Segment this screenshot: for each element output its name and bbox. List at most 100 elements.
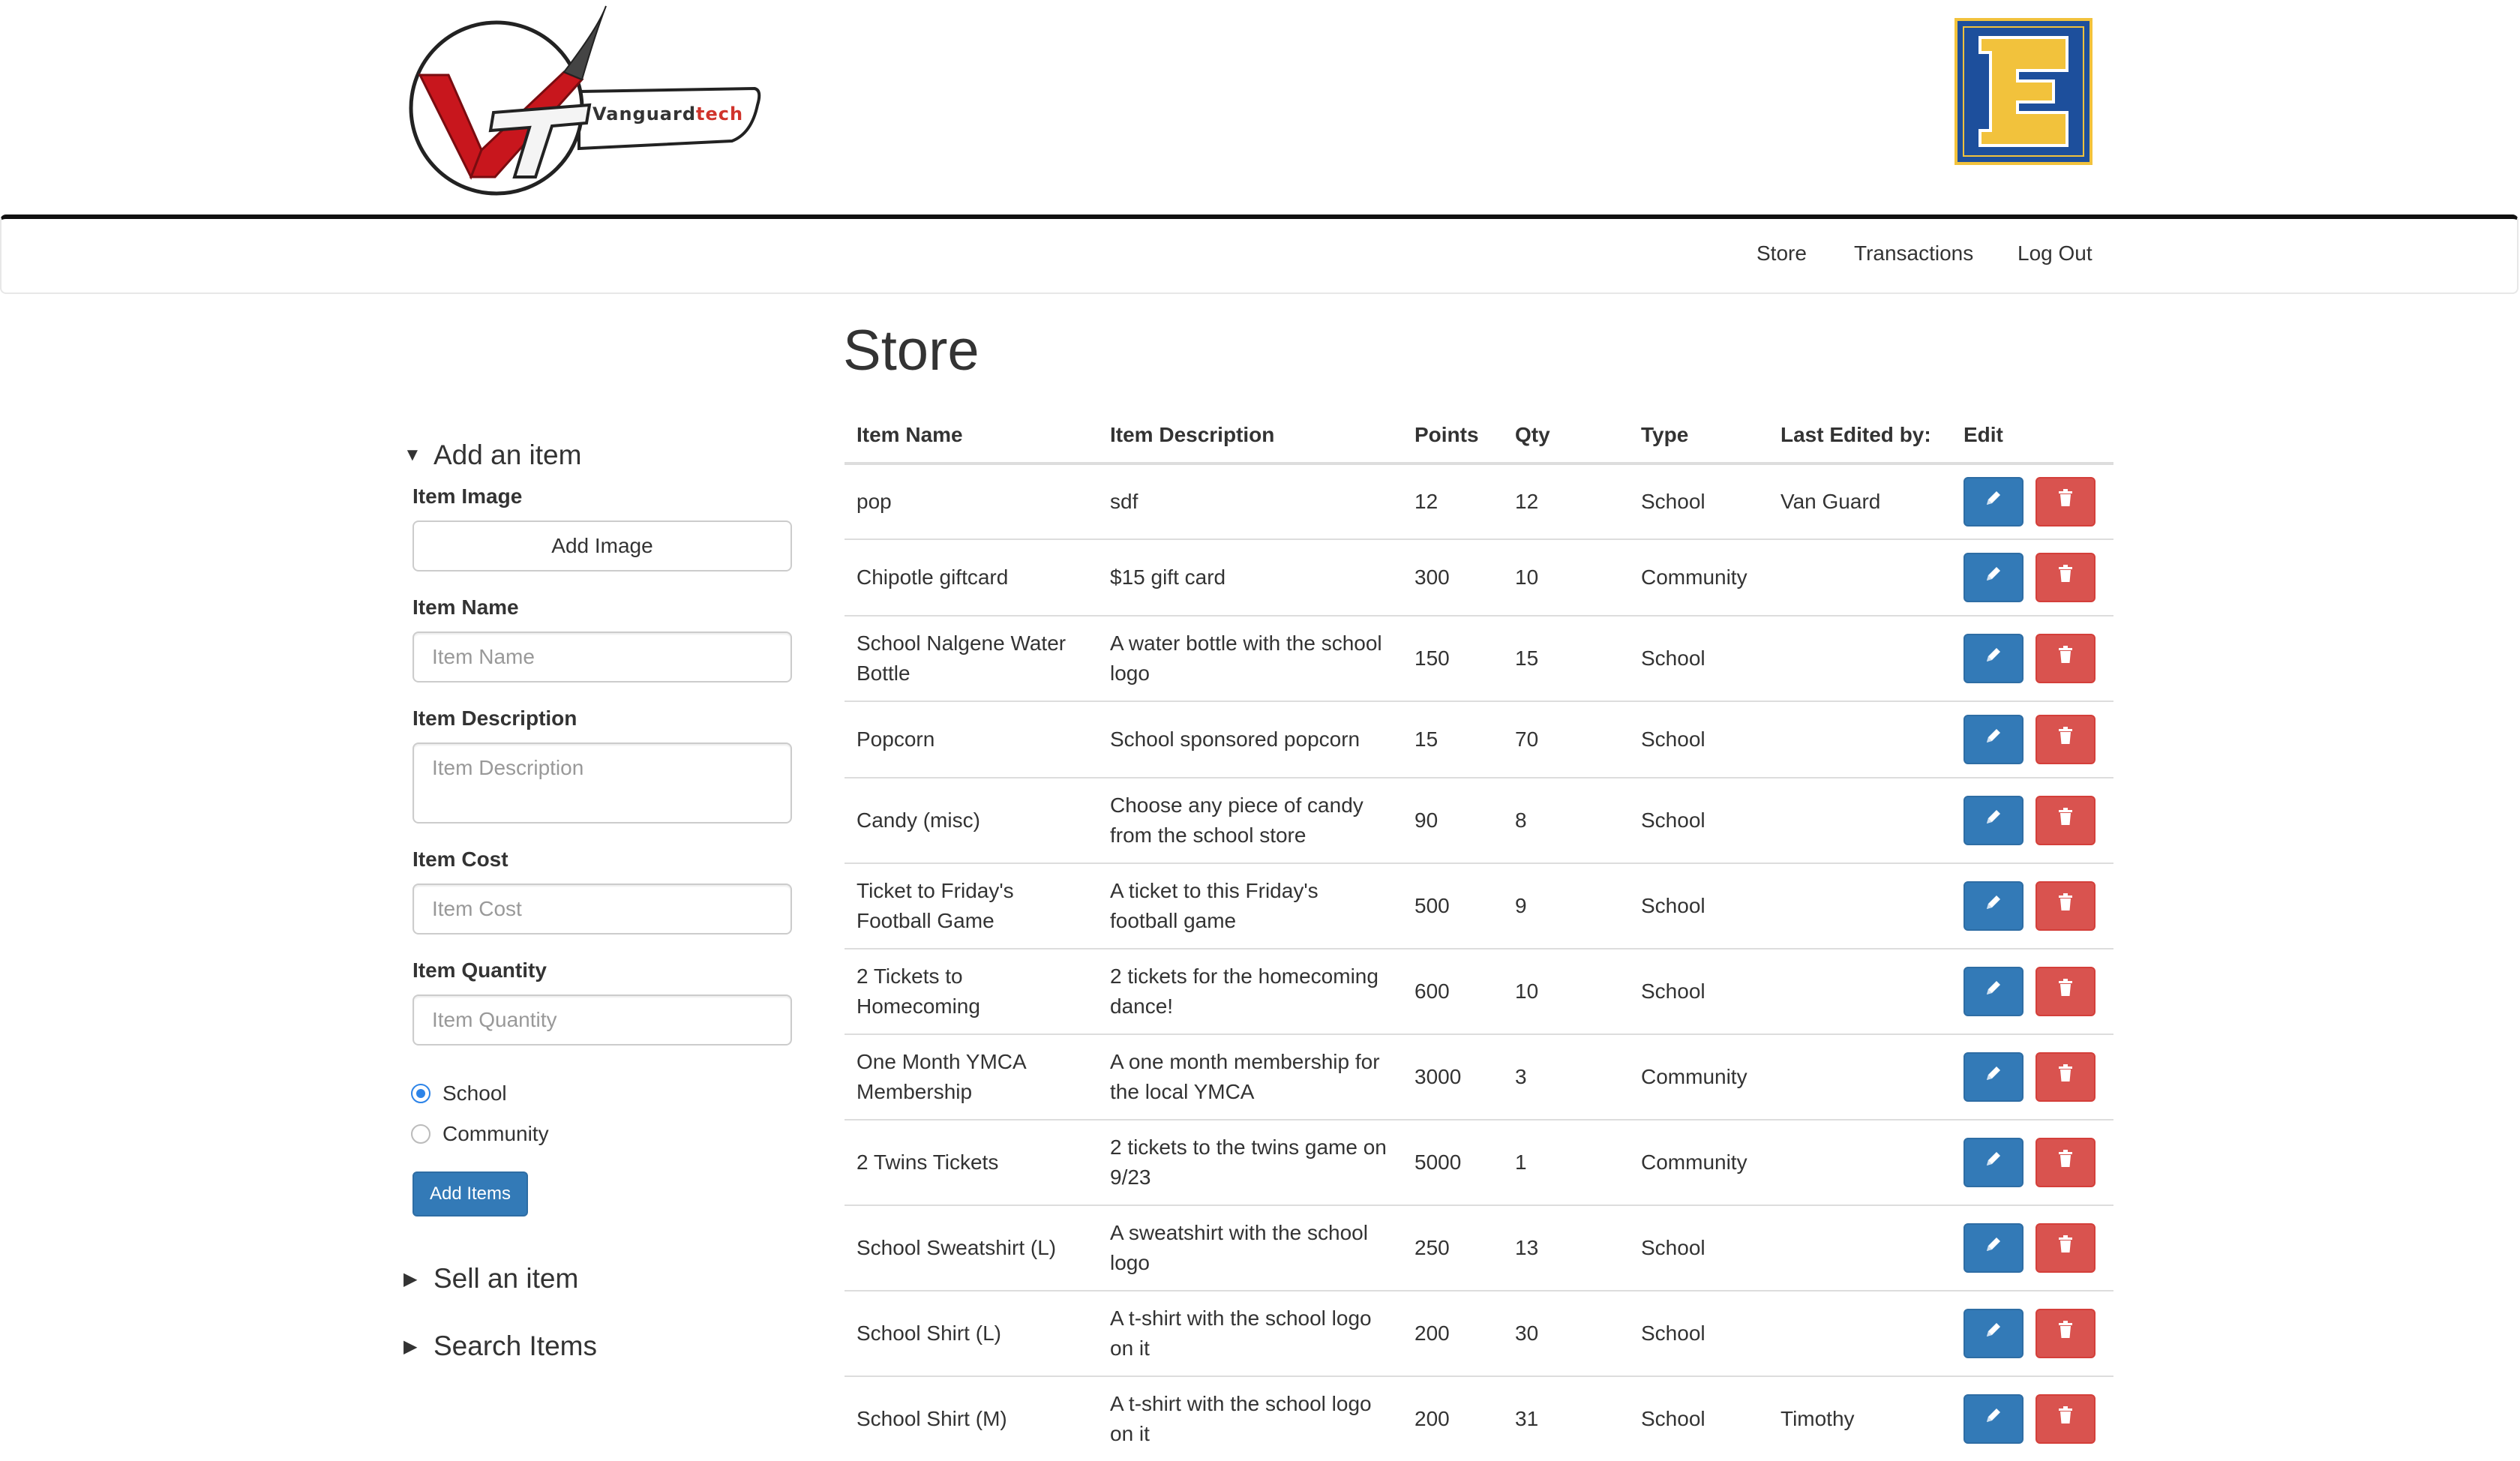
nav-transactions-link[interactable]: Transactions — [1854, 242, 1973, 266]
cell-points: 3000 — [1402, 1034, 1503, 1120]
column-header-qty: Qty — [1503, 408, 1629, 465]
search-items-section-title: Search Items — [434, 1330, 597, 1361]
edit-item-button[interactable] — [1964, 1138, 2024, 1187]
item-quantity-input[interactable] — [412, 994, 792, 1046]
edit-item-button[interactable] — [1964, 1223, 2024, 1273]
pencil-icon — [1983, 1404, 2004, 1434]
item-cost-input[interactable] — [412, 884, 792, 934]
add-item-section-toggle[interactable]: ▼ Add an item — [404, 440, 581, 471]
cell-qty: 70 — [1503, 700, 1629, 778]
delete-item-button[interactable] — [2036, 634, 2096, 683]
add-image-button[interactable]: Add Image — [412, 520, 792, 572]
delete-item-button[interactable] — [2036, 796, 2096, 845]
cell-last-edited — [1768, 1290, 1952, 1376]
nav-store-link[interactable]: Store — [1756, 242, 1807, 266]
edit-item-button[interactable] — [1964, 634, 2024, 683]
cell-edit-actions — [1952, 1376, 2114, 1461]
edit-item-button[interactable] — [1964, 796, 2024, 845]
cell-qty: 31 — [1503, 1376, 1629, 1461]
delete-item-button[interactable] — [2036, 881, 2096, 931]
item-quantity-label: Item Quantity — [412, 958, 547, 982]
edit-item-button[interactable] — [1964, 1052, 2024, 1102]
pencil-icon — [1983, 976, 2004, 1006]
table-row: 2 Twins Tickets 2 tickets to the twins ga… — [844, 1119, 2114, 1205]
row-action-buttons — [1964, 1309, 2102, 1358]
cell-type: School — [1629, 1376, 1768, 1461]
cell-item-description: A t-shirt with the school logo on it — [1098, 1290, 1402, 1376]
item-description-label: Item Description — [412, 706, 578, 730]
cell-item-name: School Shirt (M) — [844, 1376, 1098, 1461]
cell-points: 12 — [1402, 463, 1503, 539]
table-row: School Shirt (M) A t-shirt with the schoo… — [844, 1376, 2114, 1461]
delete-item-button[interactable] — [2036, 1223, 2096, 1273]
delete-item-button[interactable] — [2036, 553, 2096, 602]
radio-community-option[interactable]: Community — [411, 1122, 549, 1146]
row-action-buttons — [1964, 553, 2102, 602]
trash-icon — [2055, 644, 2076, 674]
row-action-buttons — [1964, 1138, 2102, 1187]
cell-item-description: School sponsored popcorn — [1098, 700, 1402, 778]
radio-school-option[interactable]: School — [411, 1082, 507, 1106]
cell-item-name: Popcorn — [844, 700, 1098, 778]
table-row: One Month YMCA Membership A one month mem… — [844, 1034, 2114, 1120]
cell-points: 300 — [1402, 538, 1503, 616]
cell-type: School — [1629, 1290, 1768, 1376]
cell-qty: 30 — [1503, 1290, 1629, 1376]
trash-icon — [2055, 724, 2076, 754]
cell-qty: 13 — [1503, 1204, 1629, 1291]
item-name-input[interactable] — [412, 632, 792, 682]
column-header-edit: Edit — [1952, 408, 2114, 465]
cell-item-description: A one month membership for the local YMC… — [1098, 1034, 1402, 1120]
vanguardtech-wordmark: Vanguardtech — [592, 104, 744, 124]
cell-item-name: Chipotle giftcard — [844, 538, 1098, 616]
row-action-buttons — [1964, 1394, 2102, 1444]
pencil-icon — [1983, 1148, 2004, 1178]
cell-item-name: School Nalgene Water Bottle — [844, 615, 1098, 701]
delete-item-button[interactable] — [2036, 1309, 2096, 1358]
delete-item-button[interactable] — [2036, 1394, 2096, 1444]
row-action-buttons — [1964, 1223, 2102, 1273]
row-action-buttons — [1964, 1052, 2102, 1102]
cell-item-description: Choose any piece of candy from the schoo… — [1098, 777, 1402, 863]
cell-last-edited — [1768, 862, 1952, 949]
school-e-logo — [1954, 18, 2092, 165]
radio-school-button[interactable] — [411, 1084, 430, 1103]
delete-item-button[interactable] — [2036, 967, 2096, 1016]
search-items-section-toggle[interactable]: ▶ Search Items — [404, 1330, 597, 1362]
delete-item-button[interactable] — [2036, 1138, 2096, 1187]
row-action-buttons — [1964, 634, 2102, 683]
table-row: Ticket to Friday's Football Game A ticket… — [844, 862, 2114, 949]
edit-item-button[interactable] — [1964, 1309, 2024, 1358]
pencil-icon — [1983, 1062, 2004, 1092]
cell-last-edited — [1768, 1204, 1952, 1291]
delete-item-button[interactable] — [2036, 477, 2096, 526]
cell-last-edited: Van Guard — [1768, 463, 1952, 539]
nav-logout-link[interactable]: Log Out — [2018, 242, 2092, 266]
edit-item-button[interactable] — [1964, 967, 2024, 1016]
cell-item-description: sdf — [1098, 463, 1402, 539]
trash-icon — [2055, 1148, 2076, 1178]
delete-item-button[interactable] — [2036, 715, 2096, 764]
delete-item-button[interactable] — [2036, 1052, 2096, 1102]
pencil-icon — [1983, 891, 2004, 921]
cell-qty: 10 — [1503, 538, 1629, 616]
add-item-section-title: Add an item — [434, 440, 582, 470]
cell-last-edited — [1768, 777, 1952, 863]
trash-icon — [2055, 562, 2076, 592]
sell-item-section-toggle[interactable]: ▶ Sell an item — [404, 1263, 578, 1294]
edit-item-button[interactable] — [1964, 715, 2024, 764]
cell-edit-actions — [1952, 1290, 2114, 1376]
radio-community-button[interactable] — [411, 1124, 430, 1144]
add-items-button[interactable]: Add Items — [412, 1172, 528, 1216]
edit-item-button[interactable] — [1964, 477, 2024, 526]
cell-points: 200 — [1402, 1290, 1503, 1376]
cell-points: 5000 — [1402, 1119, 1503, 1205]
cell-item-name: Ticket to Friday's Football Game — [844, 862, 1098, 949]
vanguardtech-logo — [409, 5, 761, 196]
edit-item-button[interactable] — [1964, 881, 2024, 931]
cell-last-edited — [1768, 700, 1952, 778]
item-description-input[interactable] — [412, 742, 792, 824]
edit-item-button[interactable] — [1964, 553, 2024, 602]
edit-item-button[interactable] — [1964, 1394, 2024, 1444]
table-row: School Shirt (L) A t-shirt with the schoo… — [844, 1290, 2114, 1376]
